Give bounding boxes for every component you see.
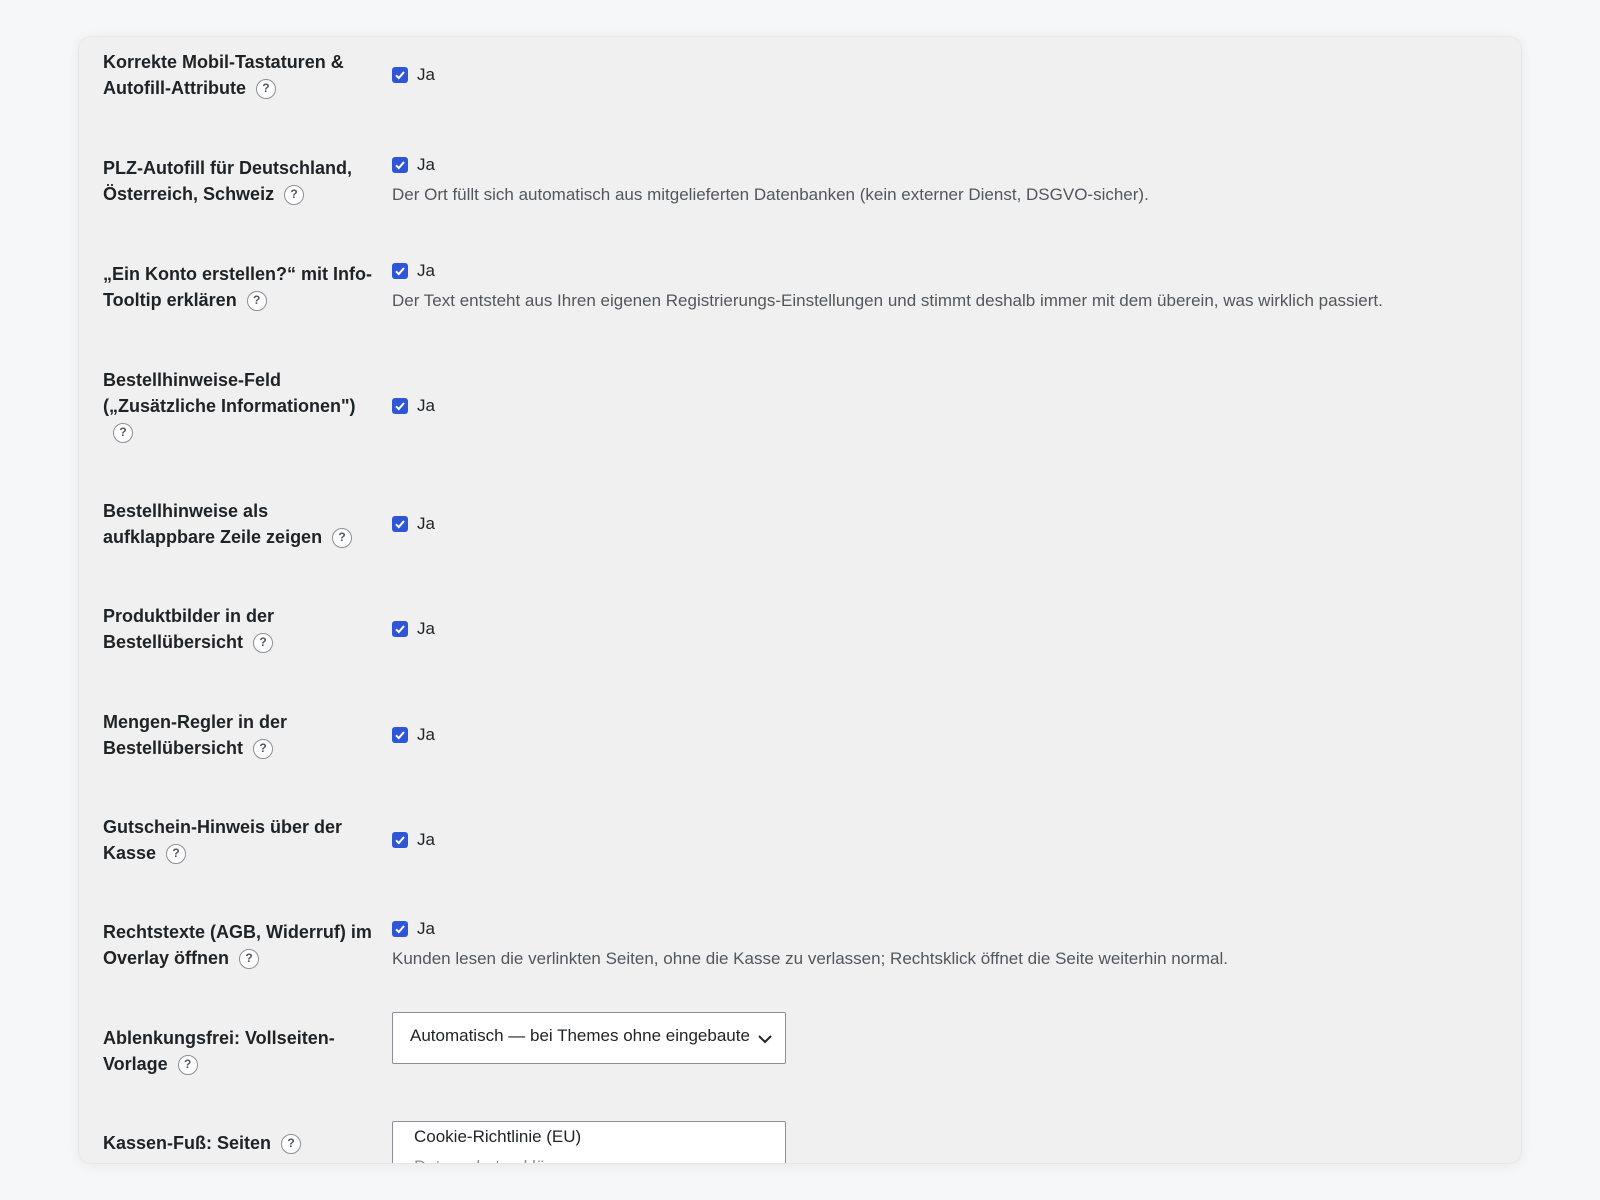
checkbox[interactable] — [392, 832, 408, 848]
checkbox-label[interactable]: Ja — [417, 261, 435, 281]
setting-field: Ja — [392, 722, 435, 748]
checkbox[interactable] — [392, 621, 408, 637]
setting-field: Ja Der Ort füllt sich automatisch aus mi… — [392, 152, 1149, 208]
checkbox-label[interactable]: Ja — [417, 514, 435, 534]
listbox-option[interactable]: Datenschutzerklärung — [393, 1152, 785, 1163]
checkbox-label[interactable]: Ja — [417, 155, 435, 175]
setting-label: Bestellhinweise als aufklappbare Zeile z… — [103, 498, 373, 550]
help-icon[interactable]: ? — [255, 79, 276, 99]
setting-field: Ja — [392, 62, 435, 88]
help-icon[interactable]: ? — [253, 739, 274, 759]
setting-label: Kassen-Fuß: Seiten? — [103, 1130, 373, 1156]
listbox-option[interactable]: Cookie-Richtlinie (EU) — [393, 1122, 785, 1152]
setting-label: Bestellhinweise-Feld („Zusätzliche Infor… — [103, 367, 373, 445]
setting-label: Gutschein-Hinweis über der Kasse? — [103, 817, 343, 864]
select-value: Automatisch — bei Themes ohne eingebaute — [410, 1026, 750, 1045]
setting-label: Korrekte Mobil-Tastaturen & Autofill-Att… — [103, 52, 344, 99]
checkbox-label[interactable]: Ja — [417, 65, 435, 85]
chevron-down-icon — [758, 1035, 772, 1044]
help-icon[interactable]: ? — [332, 528, 353, 548]
help-icon[interactable]: ? — [239, 949, 260, 969]
help-icon[interactable]: ? — [281, 1134, 302, 1154]
checkbox[interactable] — [392, 263, 408, 279]
checkmark-icon — [395, 925, 405, 934]
checkbox[interactable] — [392, 921, 408, 937]
checkbox-label[interactable]: Ja — [417, 619, 435, 639]
checkbox-label[interactable]: Ja — [417, 919, 435, 939]
setting-description: Der Text entsteht aus Ihren eigenen Regi… — [392, 291, 1383, 310]
setting-label: Rechtstexte (AGB, Widerruf) im Overlay ö… — [103, 922, 372, 969]
setting-label: Mengen-Regler in der Bestellübersicht? — [103, 712, 288, 759]
checkmark-icon — [395, 836, 405, 845]
footer-pages-listbox[interactable]: Cookie-Richtlinie (EU) Datenschutzerklär… — [392, 1121, 786, 1163]
help-icon[interactable]: ? — [246, 291, 267, 311]
help-icon[interactable]: ? — [284, 185, 305, 205]
setting-field: Ja Kunden lesen die verlinkten Seiten, o… — [392, 916, 1228, 972]
checkbox[interactable] — [392, 67, 408, 83]
checkbox[interactable] — [392, 398, 408, 414]
checkmark-icon — [395, 731, 405, 740]
checkmark-icon — [395, 71, 405, 80]
checkmark-icon — [395, 161, 405, 170]
setting-label: Ablenkungsfrei: Vollseiten-Vorlage? — [103, 1028, 335, 1075]
checkbox[interactable] — [392, 516, 408, 532]
settings-card: Korrekte Mobil-Tastaturen & Autofill-Att… — [79, 37, 1521, 1163]
setting-description: Der Ort füllt sich automatisch aus mitge… — [392, 185, 1149, 204]
setting-label: Produktbilder in der Bestellübersicht? — [103, 606, 275, 653]
help-icon[interactable]: ? — [166, 844, 187, 864]
checkmark-icon — [395, 267, 405, 276]
setting-label: „Ein Konto erstellen?“ mit Info-Tooltip … — [103, 264, 372, 311]
template-select[interactable]: Automatisch — bei Themes ohne eingebaute — [392, 1012, 786, 1064]
checkmark-icon — [395, 520, 405, 529]
setting-field: Ja — [392, 616, 435, 642]
setting-field: Ja — [392, 511, 435, 537]
setting-field: Ja — [392, 393, 435, 419]
checkmark-icon — [395, 625, 405, 634]
checkbox-label[interactable]: Ja — [417, 396, 435, 416]
setting-label: PLZ-Autofill für Deutschland, Österreich… — [103, 158, 352, 205]
setting-field: Ja — [392, 827, 435, 853]
setting-description: Kunden lesen die verlinkten Seiten, ohne… — [392, 949, 1228, 968]
checkbox[interactable] — [392, 727, 408, 743]
help-icon[interactable]: ? — [113, 423, 133, 443]
setting-field: Ja Der Text entsteht aus Ihren eigenen R… — [392, 258, 1383, 314]
help-icon[interactable]: ? — [177, 1055, 198, 1075]
help-icon[interactable]: ? — [253, 633, 274, 653]
checkmark-icon — [395, 402, 405, 411]
checkbox-label[interactable]: Ja — [417, 725, 435, 745]
checkbox[interactable] — [392, 157, 408, 173]
checkbox-label[interactable]: Ja — [417, 830, 435, 850]
